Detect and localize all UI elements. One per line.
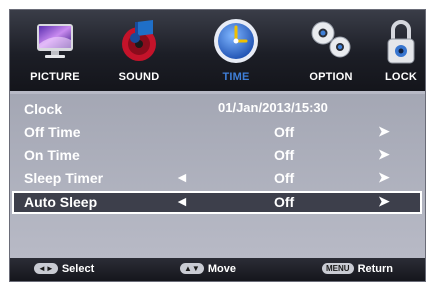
up-down-keys-icon: ▲▼: [180, 263, 204, 274]
select-hint-label: Select: [61, 263, 95, 275]
tab-time[interactable]: TIME: [206, 10, 266, 91]
right-arrow-icon[interactable]: ➤: [378, 193, 390, 210]
tab-label: LOCK: [385, 71, 417, 83]
right-arrow-icon[interactable]: ➤: [378, 123, 390, 140]
clock-label: Clock: [24, 101, 63, 117]
tab-label: OPTION: [309, 71, 353, 83]
menu-row-label: On Time: [24, 147, 80, 163]
menu-row-value: Off: [274, 124, 295, 140]
menu-row-label: Off Time: [24, 124, 81, 140]
category-tab-bar: PICTURE SOUND TIME OPTION LOCK: [10, 10, 425, 91]
menu-row-sleep-timer[interactable]: Sleep Timer ◄ Off ➤: [12, 167, 421, 190]
menu-row-on-time[interactable]: On Time Off ➤: [12, 144, 421, 167]
tab-label: TIME: [222, 71, 250, 83]
right-arrow-icon[interactable]: ➤: [378, 146, 390, 163]
tab-label: PICTURE: [30, 71, 80, 83]
tab-sound[interactable]: SOUND: [106, 10, 172, 91]
clock-icon: [213, 18, 259, 69]
gears-icon: [306, 18, 356, 67]
tab-lock[interactable]: LOCK: [376, 10, 426, 91]
menu-row-label: Sleep Timer: [24, 170, 104, 186]
key-hint-bar: ◄► Select ▲▼ Move MENU Return: [10, 258, 425, 281]
speaker-disc-icon: [117, 18, 161, 69]
left-right-keys-icon: ◄►: [34, 263, 58, 274]
menu-row-label: Auto Sleep: [24, 194, 98, 210]
tab-option[interactable]: OPTION: [296, 10, 366, 91]
monitor-icon: [35, 18, 75, 67]
menu-row-value: Off: [274, 194, 295, 210]
menu-row-value: Off: [274, 170, 295, 186]
return-hint-label: Return: [357, 263, 394, 275]
clock-row: Clock 01/Jan/2013/15:30: [12, 98, 421, 121]
select-hint: ◄► Select: [34, 263, 94, 275]
right-arrow-icon[interactable]: ➤: [378, 169, 390, 186]
left-arrow-icon[interactable]: ◄: [175, 169, 189, 185]
move-hint: ▲▼ Move: [180, 263, 236, 275]
clock-value: 01/Jan/2013/15:30: [218, 100, 328, 115]
menu-key-icon: MENU: [322, 263, 354, 274]
menu-row-auto-sleep[interactable]: Auto Sleep ◄ Off ➤: [12, 191, 422, 214]
tab-picture[interactable]: PICTURE: [16, 10, 94, 91]
move-hint-label: Move: [207, 263, 236, 275]
tv-menu-window: PICTURE SOUND TIME OPTION LOCK Clock 01/…: [9, 9, 426, 282]
time-settings-panel: Clock 01/Jan/2013/15:30 Off Time Off ➤ O…: [10, 94, 425, 260]
menu-row-value: Off: [274, 147, 295, 163]
menu-row-off-time[interactable]: Off Time Off ➤: [12, 121, 421, 144]
left-arrow-icon[interactable]: ◄: [175, 193, 189, 209]
padlock-icon: [385, 18, 417, 71]
return-hint: MENU Return: [322, 263, 393, 275]
tab-label: SOUND: [118, 71, 160, 83]
